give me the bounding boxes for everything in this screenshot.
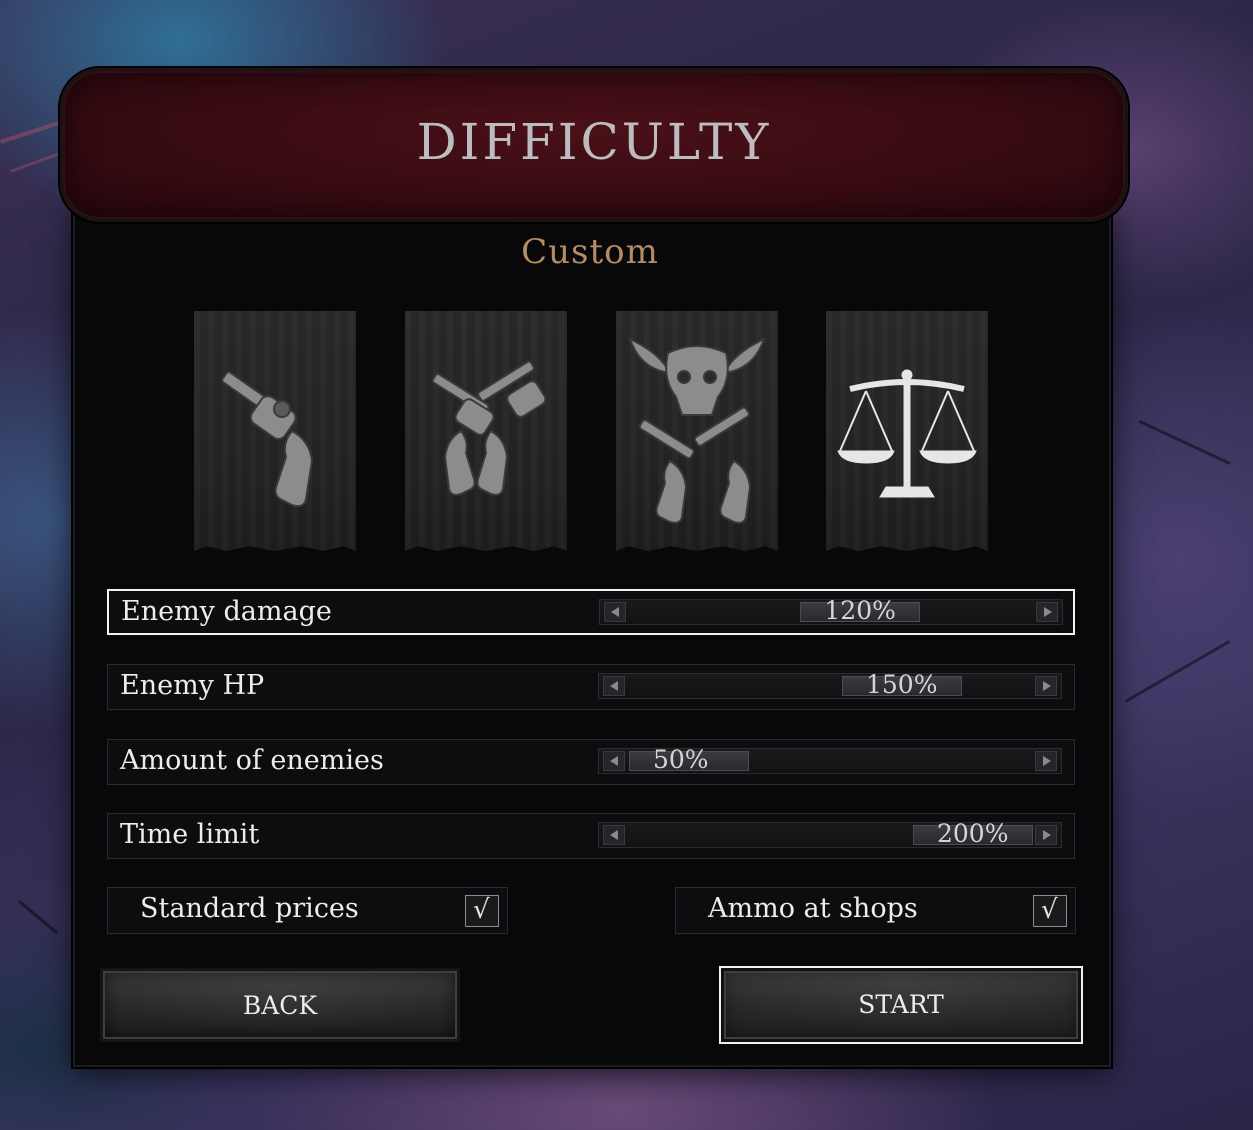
slider-value: 150% (866, 670, 938, 699)
slider-value: 50% (653, 745, 709, 774)
difficulty-banner-normal[interactable] (405, 311, 567, 551)
difficulty-banner-hard[interactable] (616, 311, 778, 551)
enemy-hp-slider[interactable]: 150% (598, 670, 1062, 699)
setting-label: Time limit (120, 819, 260, 850)
toggle-ammo-at-shops[interactable]: Ammo at shops √ (675, 887, 1076, 934)
ammo-at-shops-checkbox[interactable]: √ (1033, 895, 1067, 927)
decrease-arrow-icon[interactable] (603, 825, 625, 845)
amount-of-enemies-slider[interactable]: 50% (598, 745, 1062, 774)
setting-row-amount-of-enemies[interactable]: Amount of enemies 50% (107, 739, 1075, 785)
setting-row-enemy-hp[interactable]: Enemy HP 150% (107, 664, 1075, 710)
page-title: DIFFICULTY (416, 113, 772, 171)
toggle-label: Standard prices (140, 893, 359, 924)
setting-label: Amount of enemies (120, 745, 384, 776)
decrease-arrow-icon[interactable] (603, 676, 625, 696)
setting-row-enemy-damage[interactable]: Enemy damage 120% (107, 589, 1075, 635)
scales-icon (837, 369, 977, 498)
enemy-damage-slider[interactable]: 120% (599, 596, 1063, 625)
increase-arrow-icon[interactable] (1035, 676, 1057, 696)
start-button-label: START (858, 990, 944, 1019)
single-revolver-icon (221, 371, 314, 508)
checkmark-icon: √ (473, 895, 490, 925)
difficulty-banner-easy[interactable] (194, 311, 356, 551)
increase-arrow-icon[interactable] (1036, 602, 1058, 622)
start-button[interactable]: START (719, 966, 1083, 1044)
header-banner: DIFFICULTY (60, 68, 1128, 222)
increase-arrow-icon[interactable] (1035, 751, 1057, 771)
increase-arrow-icon[interactable] (1035, 825, 1057, 845)
setting-label: Enemy damage (121, 596, 332, 627)
slider-value: 200% (937, 819, 1009, 848)
decrease-arrow-icon[interactable] (603, 751, 625, 771)
setting-label: Enemy HP (120, 670, 265, 701)
difficulty-banner-custom[interactable] (826, 311, 988, 551)
standard-prices-checkbox[interactable]: √ (465, 895, 499, 927)
toggle-standard-prices[interactable]: Standard prices √ (107, 887, 508, 934)
crossed-revolvers-icon (431, 360, 547, 496)
slider-value: 120% (824, 596, 896, 625)
bull-skull-crossed-revolvers-icon (628, 337, 766, 524)
time-limit-slider[interactable]: 200% (598, 819, 1062, 848)
back-button-label: BACK (242, 991, 318, 1020)
toggle-label: Ammo at shops (708, 893, 918, 924)
decrease-arrow-icon[interactable] (604, 602, 626, 622)
checkmark-icon: √ (1041, 895, 1058, 925)
setting-row-time-limit[interactable]: Time limit 200% (107, 813, 1075, 859)
back-button[interactable]: BACK (100, 968, 460, 1042)
preset-name: Custom (521, 232, 659, 272)
